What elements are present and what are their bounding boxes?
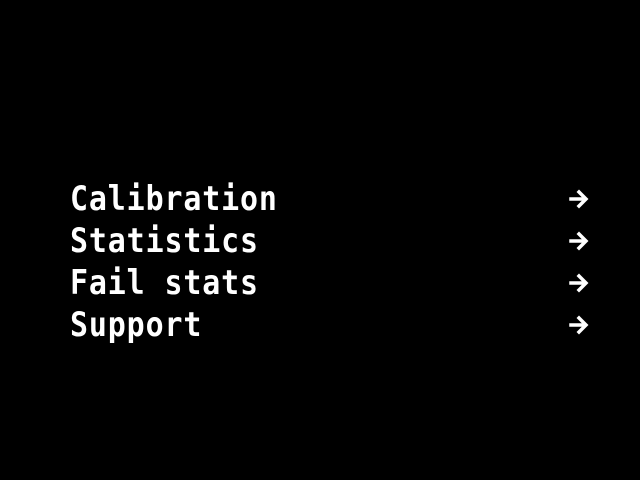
menu-item-support[interactable]: Support <box>70 304 590 346</box>
menu-item-label: Support <box>70 305 203 345</box>
main-menu: Calibration Statistics Fail stats Suppor… <box>70 178 590 346</box>
menu-item-statistics[interactable]: Statistics <box>70 220 590 262</box>
menu-item-label: Calibration <box>70 179 278 219</box>
menu-item-label: Statistics <box>70 221 259 261</box>
arrow-right-icon <box>568 230 590 252</box>
menu-item-calibration[interactable]: Calibration <box>70 178 590 220</box>
arrow-right-icon <box>568 314 590 336</box>
arrow-right-icon <box>568 188 590 210</box>
menu-item-label: Fail stats <box>70 263 259 303</box>
menu-item-fail-stats[interactable]: Fail stats <box>70 262 590 304</box>
arrow-right-icon <box>568 272 590 294</box>
menu-screen: Calibration Statistics Fail stats Suppor… <box>0 0 640 480</box>
